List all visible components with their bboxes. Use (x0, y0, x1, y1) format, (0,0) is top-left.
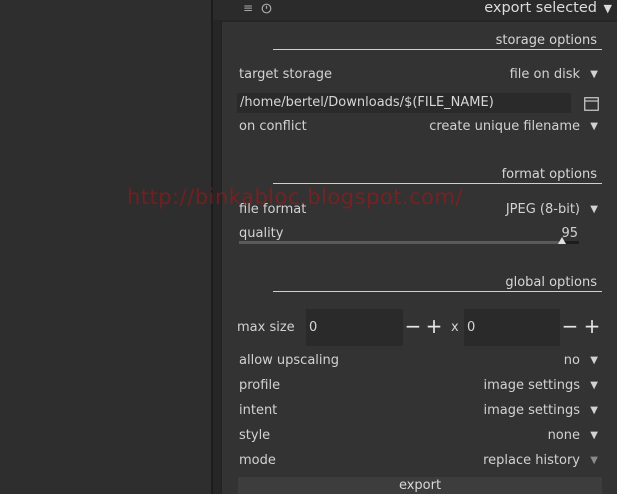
on-conflict-label: on conflict (239, 119, 307, 134)
mode-dropdown-icon[interactable]: ▼ (590, 455, 598, 466)
module-title[interactable]: export selected (484, 0, 597, 16)
hamburger-icon[interactable]: ≡ (243, 1, 253, 15)
global-options-divider (273, 291, 602, 292)
watermark-text: http://binkabloc.blogspot.com/ (127, 185, 463, 209)
file-format-value[interactable]: JPEG (8-bit) (506, 202, 580, 217)
reset-icon[interactable] (261, 1, 272, 17)
allow-upscaling-value[interactable]: no (564, 353, 580, 368)
file-format-dropdown-icon[interactable]: ▼ (590, 204, 598, 215)
style-label: style (239, 428, 271, 443)
quality-slider-fill (239, 241, 562, 244)
profile-dropdown-icon[interactable]: ▼ (590, 380, 598, 391)
intent-label: intent (239, 403, 278, 418)
export-button[interactable]: export (238, 477, 602, 494)
mode-value[interactable]: replace history (483, 453, 580, 468)
profile-label: profile (239, 378, 281, 393)
export-path-input[interactable] (237, 93, 571, 113)
storage-options-divider (273, 49, 602, 50)
max-height-input[interactable] (467, 309, 547, 346)
target-storage-dropdown-icon[interactable]: ▼ (590, 69, 598, 80)
quality-label: quality (239, 226, 284, 241)
style-value[interactable]: none (548, 428, 580, 443)
target-storage-value[interactable]: file on disk (510, 67, 580, 82)
module-header[interactable]: ≡ export selected ▼ (213, 0, 617, 20)
on-conflict-dropdown-icon[interactable]: ▼ (590, 121, 598, 132)
intent-value[interactable]: image settings (484, 403, 580, 418)
format-options-title: format options (501, 167, 597, 182)
left-pane (0, 0, 211, 494)
export-module-panel: storage options target storage file on d… (221, 22, 617, 494)
max-width-increment-button[interactable]: + (424, 309, 444, 346)
storage-options-title: storage options (495, 33, 597, 48)
max-height-decrement-button[interactable]: − (560, 309, 580, 346)
allow-upscaling-dropdown-icon[interactable]: ▼ (590, 355, 598, 366)
quality-slider[interactable] (239, 241, 579, 244)
max-width-input[interactable] (309, 309, 389, 346)
max-size-label: max size (237, 320, 295, 335)
allow-upscaling-label: allow upscaling (239, 353, 340, 368)
style-dropdown-icon[interactable]: ▼ (590, 430, 598, 441)
intent-dropdown-icon[interactable]: ▼ (590, 405, 598, 416)
max-height-field[interactable] (464, 309, 560, 346)
on-conflict-value[interactable]: create unique filename (429, 119, 580, 134)
folder-icon[interactable] (584, 96, 599, 111)
max-height-increment-button[interactable]: + (582, 309, 602, 346)
triangle-down-icon[interactable]: ▼ (604, 2, 612, 15)
max-width-decrement-button[interactable]: − (403, 309, 423, 346)
max-width-field[interactable] (306, 309, 403, 346)
mode-label: mode (239, 453, 276, 468)
size-separator: x (451, 320, 459, 335)
profile-value[interactable]: image settings (484, 378, 580, 393)
quality-slider-thumb[interactable] (558, 237, 566, 244)
format-options-divider (273, 183, 602, 184)
target-storage-label: target storage (239, 67, 333, 82)
global-options-title: global options (505, 275, 597, 290)
